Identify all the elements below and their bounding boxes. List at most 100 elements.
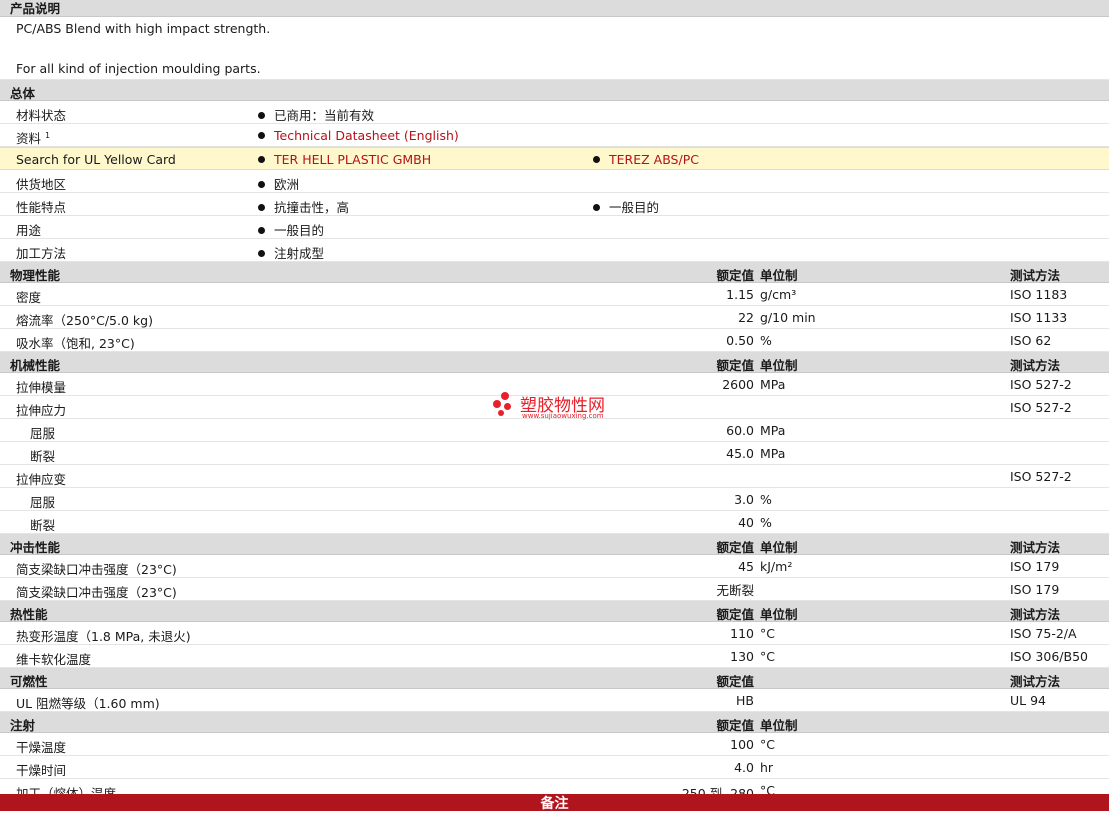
footnote-marker: 1 <box>45 130 51 140</box>
section-injection: 注射 额定值 单位制 <box>0 712 1109 733</box>
property-unit: MPa <box>760 377 786 392</box>
bullet-icon <box>258 250 265 257</box>
ul-manufacturer-link[interactable]: TER HELL PLASTIC GMBH <box>274 152 431 167</box>
property-value: 2600 <box>722 377 754 392</box>
property-value: 130 <box>730 649 754 664</box>
property-name: 维卡软化温度 <box>16 652 92 667</box>
section-impact: 冲击性能 额定值 单位制 测试方法 <box>0 534 1109 555</box>
value-region: 欧洲 <box>258 174 299 193</box>
bullet-icon <box>258 204 265 211</box>
injection-rows: 干燥温度100°C 干燥时间4.0hr 加工（熔体）温度250 到 280°C <box>0 733 1109 802</box>
header-method: 测试方法 <box>1010 358 1061 373</box>
property-value: 无断裂 <box>716 583 754 598</box>
bullet-icon <box>258 132 265 139</box>
property-value: 0.50 <box>726 333 754 348</box>
property-method: ISO 1183 <box>1010 287 1068 302</box>
header-method: 测试方法 <box>1010 607 1061 622</box>
property-value: 110 <box>730 626 754 641</box>
header-unit: 单位制 <box>760 718 798 733</box>
features-text-2: 一般目的 <box>609 200 660 215</box>
property-row: 屈服 3.0% <box>0 488 1109 511</box>
property-method: ISO 527-2 <box>1010 469 1072 484</box>
section-title-mechanical: 机械性能 <box>10 358 61 373</box>
property-name: 屈服 <box>30 495 56 510</box>
property-row: 密度 1.15 g/cm³ ISO 1183 <box>0 283 1109 306</box>
property-row: UL 阻燃等级（1.60 mm) HB UL 94 <box>0 689 1109 712</box>
label-processing: 加工方法 <box>16 246 67 261</box>
value-documents: Technical Datasheet (English) <box>258 128 459 143</box>
section-title-flammability: 可燃性 <box>10 674 48 689</box>
bullet-icon <box>258 181 265 188</box>
section-title-description: 产品说明 <box>10 1 61 16</box>
header-value: 额定值 <box>716 540 754 555</box>
property-unit: °C <box>760 737 775 752</box>
row-processing: 加工方法 注射成型 <box>0 239 1109 262</box>
property-unit: hr <box>760 760 774 775</box>
description-line-1: PC/ABS Blend with high impact strength. <box>16 21 271 36</box>
property-unit: kJ/m² <box>760 559 793 574</box>
label-features: 性能特点 <box>16 200 67 215</box>
property-value: 100 <box>730 737 754 752</box>
property-unit: % <box>760 515 772 530</box>
row-documents: 资料 1 Technical Datasheet (English) <box>0 124 1109 147</box>
technical-datasheet-link[interactable]: Technical Datasheet (English) <box>274 128 459 143</box>
row-region: 供货地区 欧洲 <box>0 170 1109 193</box>
label-uses: 用途 <box>16 223 42 238</box>
header-value: 额定值 <box>716 718 754 733</box>
flammability-rows: UL 阻燃等级（1.60 mm) HB UL 94 <box>0 689 1109 712</box>
property-name: 密度 <box>16 290 42 305</box>
header-unit: 单位制 <box>760 358 798 373</box>
header-value: 额定值 <box>716 607 754 622</box>
header-value: 额定值 <box>716 268 754 283</box>
row-features: 性能特点 抗撞击性，高 一般目的 <box>0 193 1109 216</box>
property-unit: MPa <box>760 446 786 461</box>
header-method: 测试方法 <box>1010 268 1061 283</box>
label-ul-yellow-card: Search for UL Yellow Card <box>16 152 176 167</box>
label-region: 供货地区 <box>16 177 67 192</box>
header-value: 额定值 <box>716 358 754 373</box>
property-row: 热变形温度（1.8 MPa, 未退火) 110 °C ISO 75-2/A <box>0 622 1109 645</box>
property-name: 热变形温度（1.8 MPa, 未退火) <box>16 629 191 644</box>
property-unit: g/10 min <box>760 310 816 325</box>
watermark-logo: 塑胶物性网 www.sujiaowuxing.com <box>492 389 632 425</box>
property-name: 简支梁缺口冲击强度（23°C) <box>16 562 177 577</box>
property-value: HB <box>736 693 754 708</box>
property-method: ISO 306/B50 <box>1010 649 1088 664</box>
documents-label-text: 资料 <box>16 131 42 146</box>
row-uses: 用途 一般目的 <box>0 216 1109 239</box>
ul-product-link[interactable]: TEREZ ABS/PC <box>609 152 699 167</box>
region-text: 欧洲 <box>274 177 300 192</box>
property-unit: % <box>760 333 772 348</box>
value-features-2: 一般目的 <box>593 197 659 216</box>
section-title-thermal: 热性能 <box>10 607 48 622</box>
property-unit: MPa <box>760 423 786 438</box>
label-documents: 资料 1 <box>16 128 50 147</box>
property-name: 断裂 <box>30 449 56 464</box>
property-name: 断裂 <box>30 518 56 533</box>
processing-text: 注射成型 <box>274 246 325 261</box>
property-name: UL 阻燃等级（1.60 mm) <box>16 696 160 711</box>
property-row: 断裂 40% <box>0 511 1109 534</box>
property-method: ISO 179 <box>1010 559 1060 574</box>
value-ul-1: TER HELL PLASTIC GMBH <box>258 152 431 167</box>
value-processing: 注射成型 <box>258 243 324 262</box>
property-unit: % <box>760 492 772 507</box>
property-value: 4.0 <box>734 760 754 775</box>
header-value: 额定值 <box>716 674 754 689</box>
logo-dots-icon <box>492 392 516 416</box>
property-value: 3.0 <box>734 492 754 507</box>
property-name: 拉伸模量 <box>16 380 67 395</box>
bullet-icon <box>258 112 265 119</box>
section-title-general: 总体 <box>10 86 36 101</box>
property-row: 干燥温度 100 °C <box>0 733 1109 756</box>
bullet-icon <box>593 204 600 211</box>
section-title-physical: 物理性能 <box>10 268 61 283</box>
uses-text: 一般目的 <box>274 223 325 238</box>
watermark-url: www.sujiaowuxing.com <box>522 412 604 420</box>
section-physical: 物理性能 额定值 单位制 测试方法 <box>0 262 1109 283</box>
section-mechanical: 机械性能 额定值 单位制 测试方法 <box>0 352 1109 373</box>
property-row: 干燥时间 4.0 hr <box>0 756 1109 779</box>
description-block: PC/ABS Blend with high impact strength. … <box>0 17 1109 80</box>
row-ul-yellow-card: Search for UL Yellow Card TER HELL PLAST… <box>0 147 1109 170</box>
bullet-icon <box>593 156 600 163</box>
